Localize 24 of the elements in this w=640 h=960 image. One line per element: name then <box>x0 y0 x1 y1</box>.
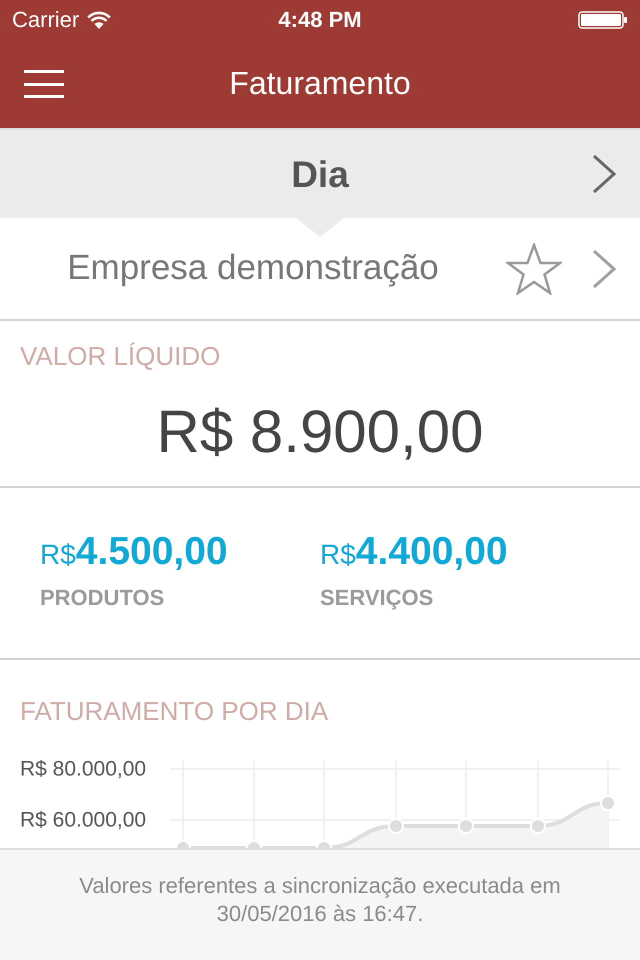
section-title: VALOR LÍQUIDO <box>19 340 222 369</box>
sync-info-text: Valores referentes a sincronização executada em 30/05/2016 às 16:47. <box>78 872 562 928</box>
amount-category: SERVIÇOS <box>320 587 434 609</box>
menu-icon[interactable] <box>24 70 64 98</box>
data-point <box>458 818 474 834</box>
data-point <box>530 818 546 834</box>
company-name[interactable]: Empresa demonstração <box>0 250 506 287</box>
chevron-right-icon <box>592 248 616 288</box>
amount-value: R$4.500,00 <box>40 532 229 571</box>
y-axis-label: R$ 80.000,00 <box>20 758 146 780</box>
chevron-right-icon <box>592 154 616 194</box>
carrier-label: Carrier <box>12 9 80 31</box>
screen-title: Faturamento <box>229 67 411 99</box>
section-title: FATURAMENTO POR DIA <box>19 695 330 724</box>
star-icon[interactable] <box>506 242 562 294</box>
net-value-amount: R$ 8.900,00 <box>156 402 484 462</box>
data-point <box>388 818 404 834</box>
wifi-icon <box>87 11 112 29</box>
battery-icon <box>578 11 628 29</box>
amount-category: PRODUTOS <box>40 587 166 609</box>
y-axis-label: R$ 60.000,00 <box>20 808 146 832</box>
clock-time: 4:48 PM <box>278 9 362 31</box>
data-point <box>600 795 616 811</box>
amount-value: R$4.400,00 <box>320 532 509 571</box>
